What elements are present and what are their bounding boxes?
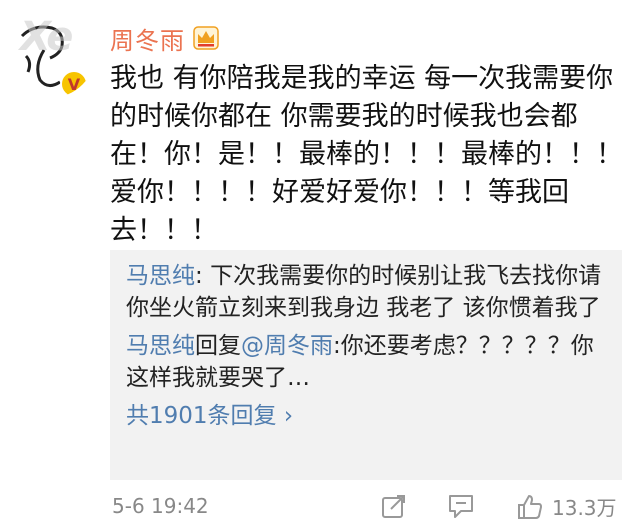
like-button[interactable]: 13.3万 xyxy=(516,492,617,521)
post-text: 我也 有你陪我是我的幸运 每一次我需要你的时候你都在 你需要我的时候我也会都在！… xyxy=(110,63,623,246)
like-count: 13.3万 xyxy=(552,496,617,520)
watermark: Xe xyxy=(20,14,73,60)
post-footer: 5-6 19:42 13.3万 xyxy=(0,488,640,526)
reply-item[interactable]: 马思纯回复@周冬雨:你还要考虑？？？？？你这样我就要哭了… xyxy=(126,330,608,394)
reply-item[interactable]: 马思纯: 下次我需要你的时候别让我飞去找你请你坐火箭立刻来到我身边 我老了 该你… xyxy=(126,260,608,324)
reply-action: 回复 xyxy=(195,333,241,359)
reply-box: 马思纯: 下次我需要你的时候别让我飞去找你请你坐火箭立刻来到我身边 我老了 该你… xyxy=(110,250,622,480)
svg-text:V: V xyxy=(68,75,81,94)
reply-author[interactable]: 马思纯 xyxy=(126,263,195,289)
share-icon[interactable] xyxy=(380,492,408,520)
like-icon xyxy=(516,493,544,521)
reply-separator: : xyxy=(195,263,211,289)
reply-mention[interactable]: @周冬雨 xyxy=(241,333,333,359)
comment-icon[interactable] xyxy=(446,492,476,520)
username[interactable]: 周冬雨 xyxy=(110,21,185,56)
reply-author[interactable]: 马思纯 xyxy=(126,333,195,359)
timestamp: 5-6 19:42 xyxy=(112,494,209,518)
more-replies-link[interactable]: 共1901条回复 › xyxy=(126,400,608,432)
crown-icon xyxy=(193,26,219,50)
